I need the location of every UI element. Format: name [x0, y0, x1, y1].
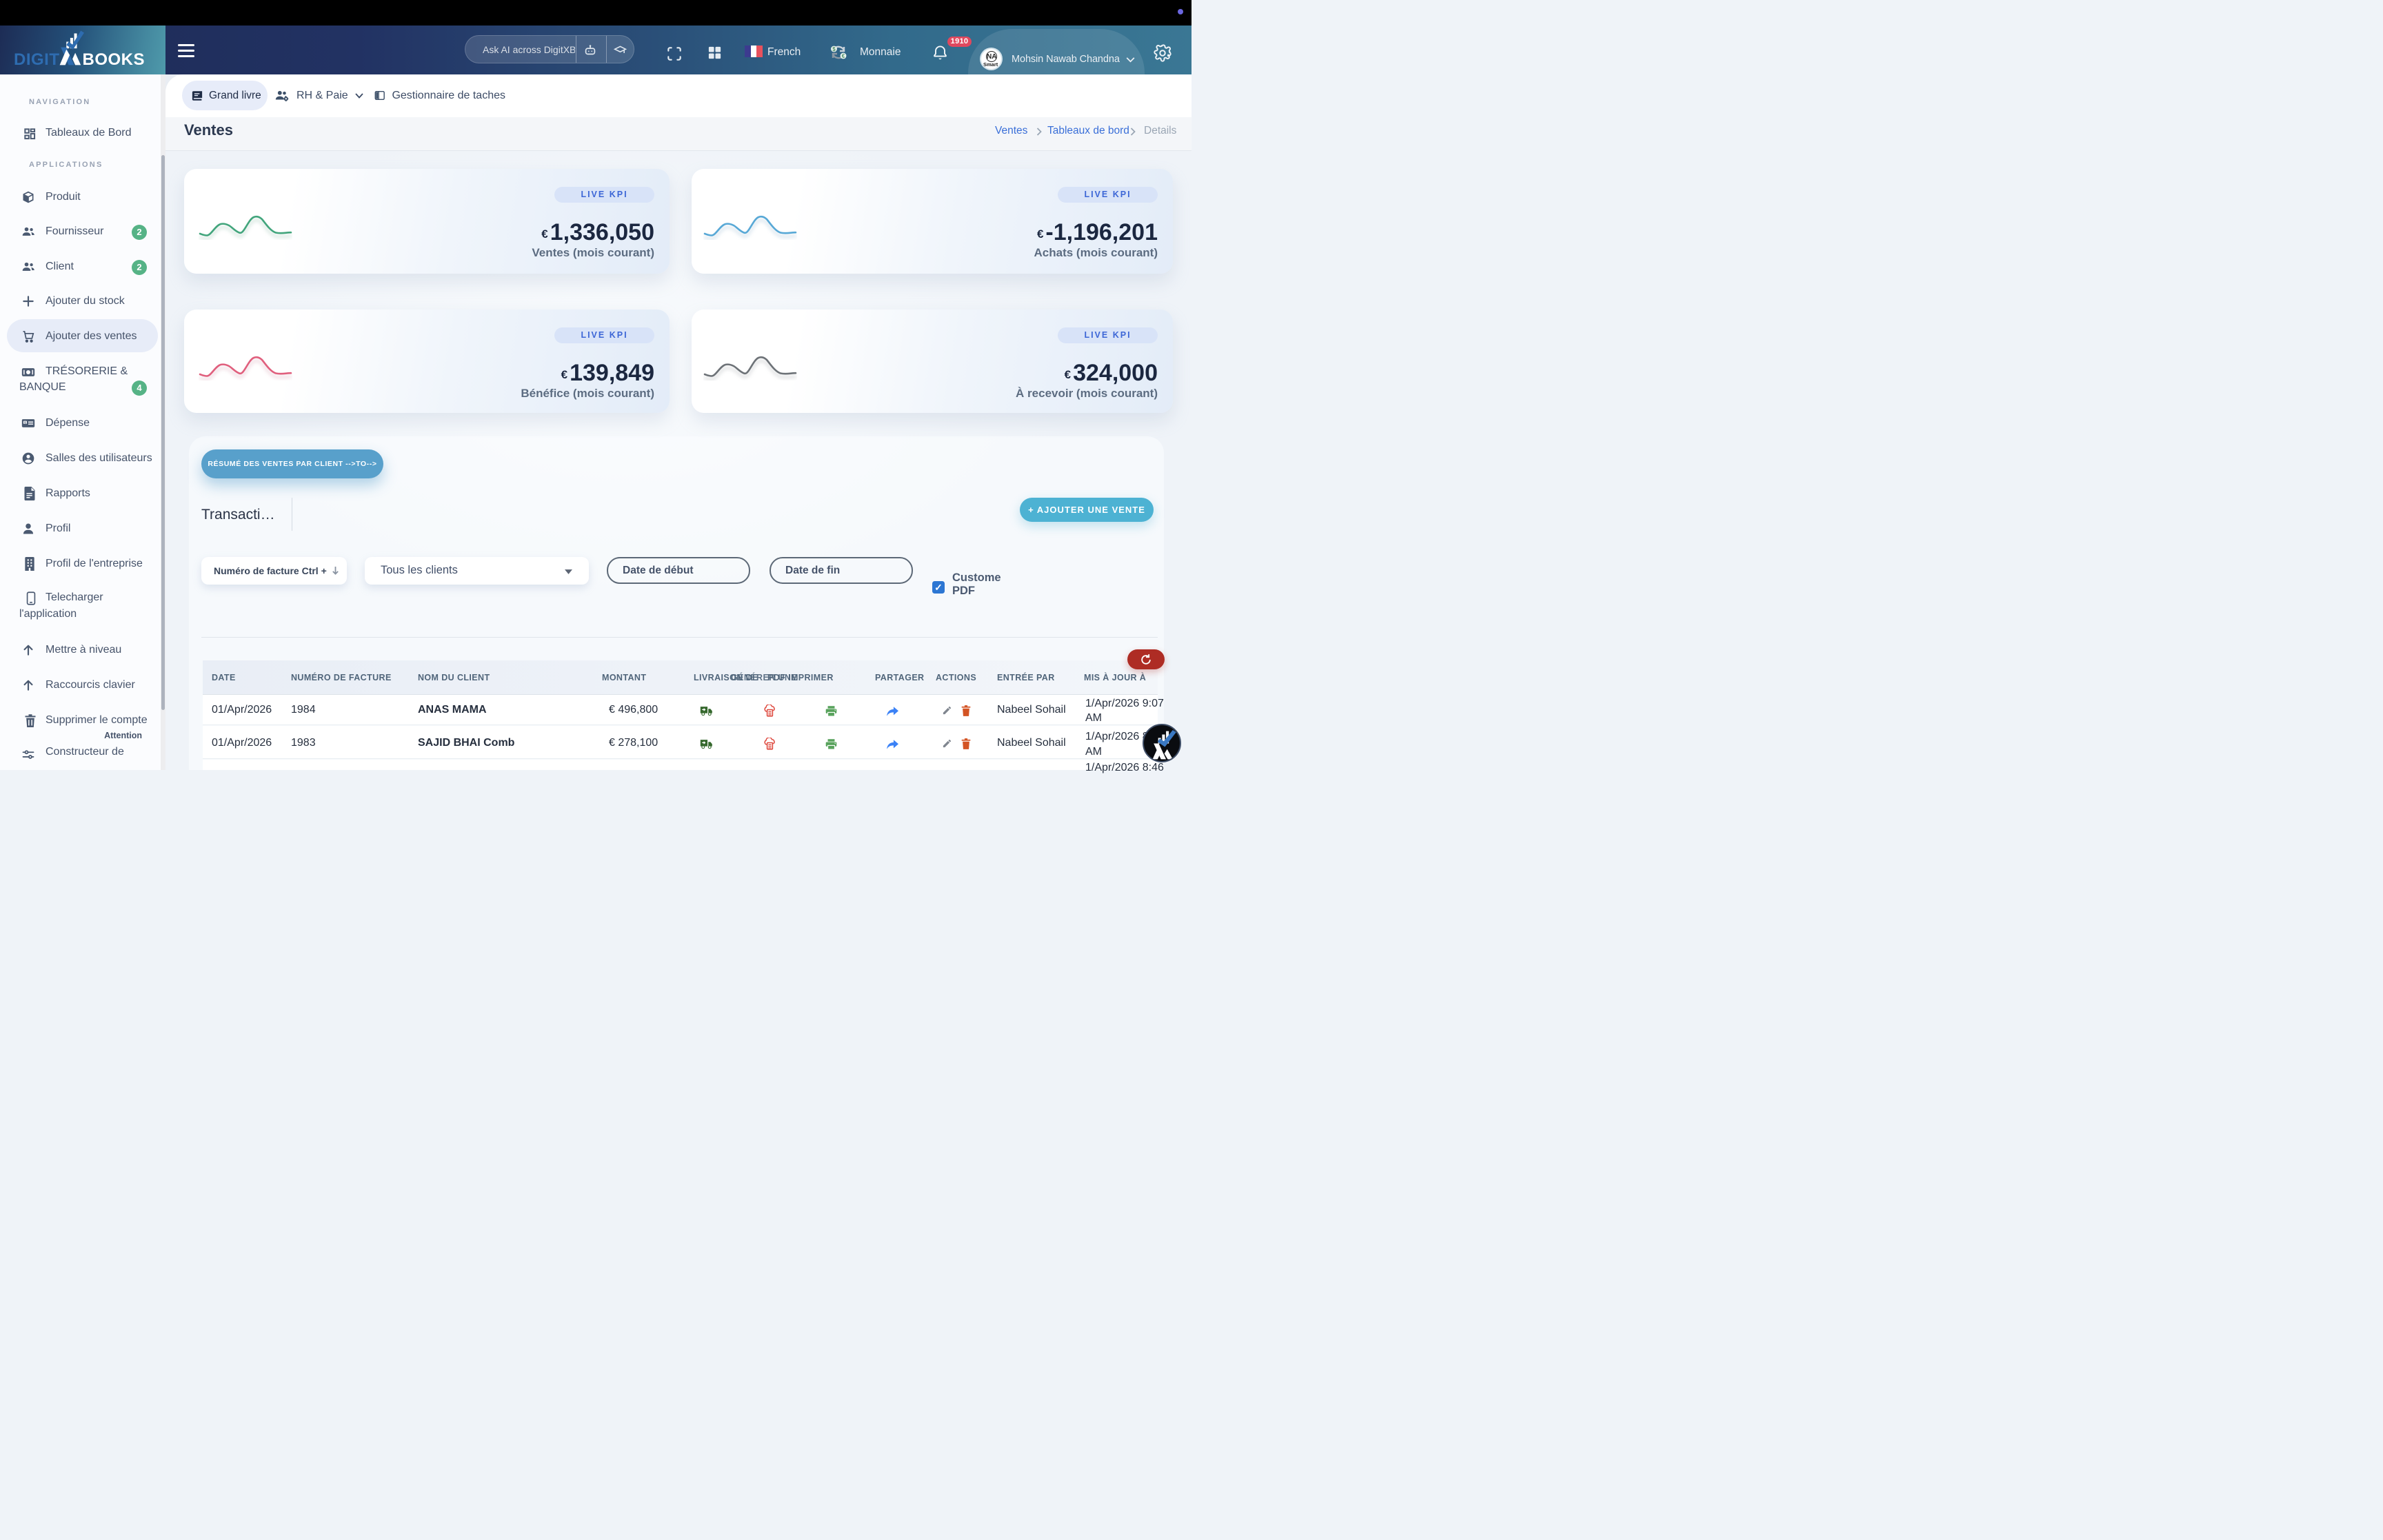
svg-text:€: € — [842, 53, 845, 59]
svg-text:$: $ — [832, 46, 836, 52]
